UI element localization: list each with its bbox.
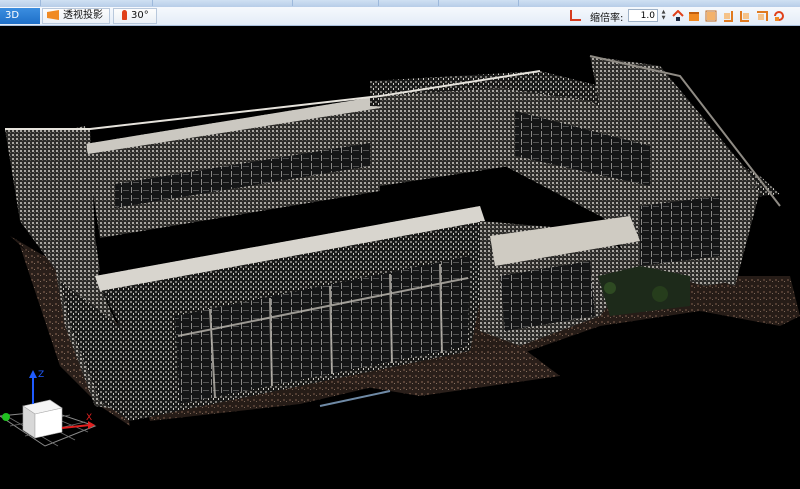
top-view-icon[interactable] (756, 10, 768, 22)
ribbon-tab-4[interactable] (292, 0, 379, 6)
rotate-view-icon[interactable] (773, 10, 785, 22)
spin-down-icon[interactable]: ▼ (660, 15, 667, 21)
building-point-cloud (5, 55, 800, 426)
ribbon-tab-3[interactable] (152, 0, 293, 6)
angle-button-label: 30° (131, 10, 149, 21)
projection-button-label: 透视投影 (63, 10, 103, 21)
scale-label: 缩倍率: (590, 13, 624, 24)
view-toolbar: 3D 透视投影 30° 缩倍率: ▲ ▼ (0, 7, 800, 26)
projection-button[interactable]: 透视投影 (42, 8, 110, 24)
view-tools: 缩倍率: ▲ ▼ (568, 7, 800, 25)
perspective-projection-icon (47, 10, 59, 20)
left-view-icon[interactable] (722, 10, 734, 22)
back-view-icon[interactable] (705, 10, 717, 22)
field-of-view-icon (122, 10, 127, 20)
ribbon-tab-6[interactable] (438, 0, 519, 6)
ribbon-tab-1[interactable] (0, 0, 41, 6)
ribbon-tab-5[interactable] (378, 0, 439, 6)
ribbon-tab-2[interactable] (40, 0, 153, 6)
x-axis-label: X (86, 413, 92, 423)
scale-spinner[interactable]: ▲ ▼ (660, 9, 667, 22)
right-view-icon[interactable] (739, 10, 751, 22)
scale-input[interactable] (628, 9, 658, 22)
z-axis-label: Z (38, 370, 44, 380)
front-view-icon[interactable] (688, 10, 700, 22)
tab-3d[interactable]: 3D (0, 8, 40, 24)
angle-button[interactable]: 30° (113, 8, 157, 24)
point-cloud-scene[interactable]: Z X (0, 26, 800, 489)
axis-scale-icon[interactable] (570, 10, 581, 21)
home-view-icon[interactable] (672, 10, 684, 22)
point-cloud-viewport[interactable]: Z X (0, 26, 800, 489)
